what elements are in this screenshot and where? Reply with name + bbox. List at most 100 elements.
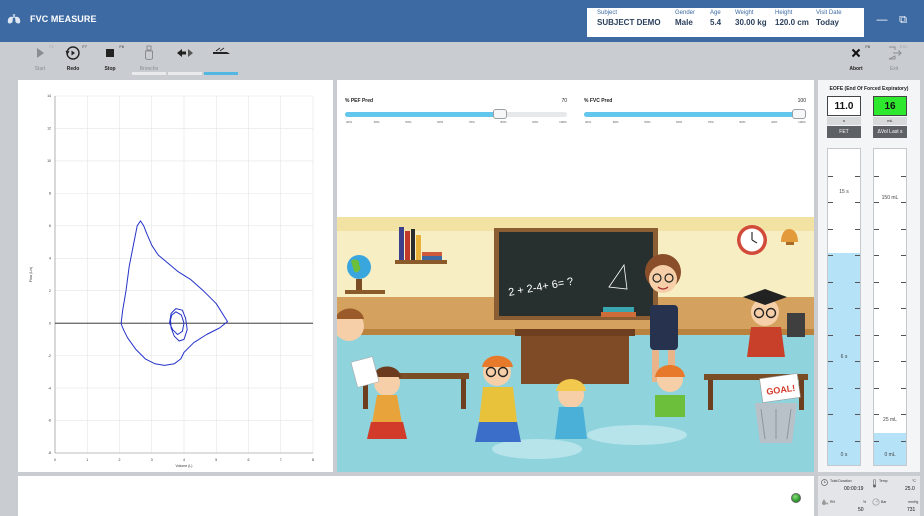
slider-tick-label: 80% xyxy=(500,120,507,124)
slider-tick-label: 60% xyxy=(437,120,444,124)
gauge-tick xyxy=(901,308,906,309)
scene-kid-girl-skirt xyxy=(367,422,407,439)
start-label: Start xyxy=(34,66,46,72)
delta-vol-unit: mL xyxy=(873,117,907,125)
bar-unit: mmHg xyxy=(908,500,919,504)
subject-value: SUBJECT DEMO xyxy=(597,18,661,27)
gauge-tick xyxy=(855,414,860,415)
scene-rug-2 xyxy=(587,425,687,445)
restore-button[interactable]: ⧉ xyxy=(896,13,910,27)
redo-shortcut: F7 xyxy=(82,44,87,49)
gauge-tick xyxy=(874,255,879,256)
x-tick-label: 5 xyxy=(215,458,217,462)
gauge-tick xyxy=(828,440,833,442)
slider-tick-label: 40% xyxy=(373,120,380,124)
slider-tick-label: 60% xyxy=(676,120,683,124)
pef-slider-ticks: 30% 40% 50% 60% 70% 80% 90% 100% xyxy=(345,120,567,128)
delta-vol-gauge-top-label: 150 mL xyxy=(881,195,899,201)
gauge-tick xyxy=(901,361,906,362)
abort-button[interactable]: F8 Abort xyxy=(838,42,874,79)
gauge-tick xyxy=(901,202,906,203)
pef-slider-value: 70 xyxy=(561,98,567,104)
y-tick-label: -2 xyxy=(48,354,51,358)
bronchodilator-button[interactable]: Broncho xyxy=(131,42,167,79)
gauge-tick xyxy=(855,387,860,389)
weight-value: 30.00 kg xyxy=(735,18,767,27)
pef-slider[interactable]: % PEF Pred 70 30% 40% 50% 60% 70% 80% 90% 100% xyxy=(345,98,567,128)
pef-slider-thumb[interactable] xyxy=(493,109,508,119)
y-tick-label: 2 xyxy=(49,289,51,293)
gauge-tick xyxy=(874,228,879,230)
fvc-slider-thumb[interactable] xyxy=(792,109,806,119)
minimize-button[interactable]: — xyxy=(875,13,889,27)
gauge-tick xyxy=(855,228,860,230)
temp-unit: °C xyxy=(912,479,916,483)
eofe-title: EOFE (End Of Forced Expiratory) xyxy=(829,86,909,92)
stop-button[interactable]: F6 Stop xyxy=(92,42,128,79)
gauge-tick xyxy=(901,387,906,389)
gauge-tick xyxy=(874,414,879,415)
gauge-tick xyxy=(828,175,833,177)
gauge-tick xyxy=(855,440,860,442)
incentive-panel: % PEF Pred 70 30% 40% 50% 60% 70% 80% 90% 100% … xyxy=(337,80,814,472)
delta-vol-value: 16 xyxy=(873,96,907,116)
direction-button[interactable] xyxy=(167,42,203,79)
abort-label: Abort xyxy=(849,66,863,72)
gauge-tick xyxy=(901,334,906,336)
scene-desk-leg xyxy=(461,379,466,409)
eofe-panel: EOFE (End Of Forced Expiratory) 11.0 s F… xyxy=(818,80,920,472)
fet-value: 11.0 xyxy=(827,96,861,116)
exit-label: Exit xyxy=(889,66,899,72)
delta-vol-gauge-mid-label: 25 mL xyxy=(883,417,897,423)
play-icon xyxy=(37,48,44,58)
x-tick-label: 0 xyxy=(54,458,56,462)
scene-kid-boy-pants xyxy=(475,422,521,442)
start-button[interactable]: F1 Start xyxy=(22,42,58,79)
fet-gauge-mid-label: 6 s xyxy=(840,354,848,360)
gauge-tick xyxy=(901,440,906,442)
weight-label: Weight xyxy=(735,10,754,16)
gauge-tick xyxy=(901,255,906,256)
title-bar: FVC MEASURE Subject SUBJECT DEMO Gender … xyxy=(0,0,924,42)
subject-info: Subject SUBJECT DEMO xyxy=(597,10,661,27)
delta-vol-name: ΔVol Last s xyxy=(873,126,907,138)
flow-volume-graph-panel: 0 1 2 3 4 5 6 7 8 -8 -6 -4 -2 0 2 4 6 8 10 12 14 Volume (L) Fl… xyxy=(18,80,333,472)
subject-info-card: Subject SUBJECT DEMO Gender Male Age 5.4… xyxy=(587,8,864,37)
gender-label: Gender xyxy=(675,10,696,16)
slider-tick-label: 40% xyxy=(612,120,619,124)
incentive-underline xyxy=(204,72,238,75)
weight-info: Weight 30.00 kg xyxy=(735,10,767,27)
scene-graduate-body xyxy=(747,327,785,357)
abort-shortcut: F8 xyxy=(865,44,870,49)
start-shortcut: F1 xyxy=(49,44,54,49)
temp-value: 25.0 xyxy=(905,486,915,492)
slider-tick-label: 90% xyxy=(532,120,539,124)
incentive-button[interactable] xyxy=(203,42,239,79)
x-tick-label: 2 xyxy=(119,458,121,462)
scene-book xyxy=(399,227,404,260)
flow-volume-chart: 0 1 2 3 4 5 6 7 8-8-6-4-202468101214Volume (L)Fl… xyxy=(29,94,314,468)
gauge-tick xyxy=(855,334,860,336)
slider-tick-label: 70% xyxy=(707,120,714,124)
y-tick-label: 8 xyxy=(49,192,51,196)
height-info: Height 120.0 cm xyxy=(775,10,809,27)
slider-tick-label: 50% xyxy=(405,120,412,124)
gauge-tick xyxy=(874,361,879,362)
x-tick-label: 7 xyxy=(280,458,282,462)
fet-meter: 11.0 s FET xyxy=(827,96,861,140)
scene-desk-books xyxy=(603,307,634,312)
gauge-tick xyxy=(828,255,833,256)
y-tick-label: -6 xyxy=(48,419,51,423)
x-axis-label: Volume (L) xyxy=(176,464,193,468)
stop-label: Stop xyxy=(104,66,116,72)
fvc-slider-track[interactable] xyxy=(584,109,806,119)
exit-button[interactable]: ESC Exit xyxy=(876,42,912,79)
fvc-slider[interactable]: % FVC Pred 100 30% 40% 50% 60% 70% 80% 90% 100% xyxy=(584,98,806,128)
redo-icon xyxy=(65,46,80,60)
scene-teacher-desk-top xyxy=(515,329,635,336)
slider-tick-label: 90% xyxy=(771,120,778,124)
pef-slider-track[interactable] xyxy=(345,109,567,119)
scene-kid-boy-body xyxy=(479,387,517,422)
redo-button[interactable]: F7 Redo xyxy=(55,42,91,79)
thermometer-icon xyxy=(873,479,876,488)
